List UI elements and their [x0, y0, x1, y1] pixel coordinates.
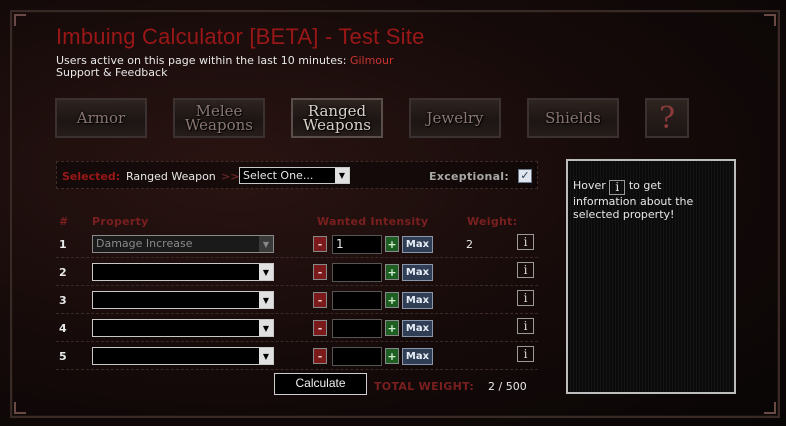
property-select[interactable]: ▼	[92, 291, 274, 309]
exceptional-label: Exceptional:	[429, 170, 510, 183]
increase-button[interactable]: +	[385, 320, 399, 336]
max-button[interactable]: Max	[402, 292, 433, 309]
active-user-link[interactable]: Gilmour	[350, 54, 394, 67]
frame-corner	[764, 14, 776, 26]
row-number: 1	[59, 238, 67, 251]
category-label: Melee Weapons	[184, 102, 253, 134]
table-row: 1 Damage Increase ▼ - 1 + Max 2 i	[56, 230, 538, 258]
increase-button[interactable]: +	[385, 292, 399, 308]
page-title: Imbuing Calculator [BETA] - Test Site	[56, 24, 425, 49]
info-icon[interactable]: i	[517, 346, 534, 362]
info-icon[interactable]: i	[517, 318, 534, 334]
row-weight: 2	[466, 238, 473, 251]
row-number: 4	[59, 322, 67, 335]
exceptional-checkbox[interactable]: ✓	[518, 169, 532, 183]
property-info-panel: Hover i to get information about the sel…	[566, 159, 736, 394]
header-intensity: Wanted Intensity	[317, 215, 429, 228]
item-type-select-value: Select One...	[243, 169, 314, 182]
info-icon[interactable]: i	[517, 262, 534, 278]
info-icon[interactable]: i	[517, 290, 534, 306]
info-panel-pre: Hover	[573, 179, 606, 192]
max-button[interactable]: Max	[402, 264, 433, 281]
max-button[interactable]: Max	[402, 320, 433, 337]
table-row: 4 ▼ - + Max i	[56, 314, 538, 342]
help-button[interactable]: ?	[645, 98, 689, 138]
category-jewelry-button[interactable]: Jewelry	[409, 98, 501, 138]
intensity-input[interactable]	[332, 347, 382, 366]
calculate-button[interactable]: Calculate	[274, 373, 367, 395]
selected-label: Selected:	[62, 170, 121, 183]
frame-corner	[14, 402, 26, 414]
decrease-button[interactable]: -	[313, 348, 327, 364]
total-weight-value: 2 / 500	[488, 380, 527, 393]
chevron-down-icon: ▼	[259, 320, 273, 336]
frame-corner	[764, 402, 776, 414]
item-type-select[interactable]: Select One... ▼	[239, 167, 350, 184]
chevron-down-icon: ▼	[259, 292, 273, 308]
support-feedback-link[interactable]: Support & Feedback	[56, 66, 167, 79]
max-button[interactable]: Max	[402, 348, 433, 365]
table-row: 5 ▼ - + Max i	[56, 342, 538, 370]
question-icon: ?	[658, 100, 676, 136]
intensity-input[interactable]	[332, 263, 382, 282]
property-select[interactable]: ▼	[92, 347, 274, 365]
category-label: Jewelry	[426, 109, 484, 127]
decrease-button[interactable]: -	[313, 320, 327, 336]
category-melee-button[interactable]: Melee Weapons	[173, 98, 265, 138]
chevron-down-icon: ▼	[259, 236, 273, 252]
category-label: Ranged Weapons	[302, 102, 371, 134]
info-icon[interactable]: i	[517, 234, 534, 250]
increase-button[interactable]: +	[385, 236, 399, 252]
row-number: 5	[59, 350, 67, 363]
decrease-button[interactable]: -	[313, 236, 327, 252]
property-select-value: Damage Increase	[96, 237, 193, 250]
category-armor-button[interactable]: Armor	[55, 98, 147, 138]
info-icon: i	[609, 180, 626, 195]
frame-corner	[14, 14, 26, 26]
selected-value: Ranged Weapon	[126, 170, 216, 183]
intensity-input[interactable]	[332, 319, 382, 338]
row-number: 3	[59, 294, 67, 307]
category-shields-button[interactable]: Shields	[527, 98, 619, 138]
max-button[interactable]: Max	[402, 236, 433, 253]
header-property: Property	[92, 215, 149, 228]
row-number: 2	[59, 266, 67, 279]
property-select[interactable]: ▼	[92, 319, 274, 337]
header-weight: Weight:	[467, 215, 518, 228]
decrease-button[interactable]: -	[313, 292, 327, 308]
increase-button[interactable]: +	[385, 348, 399, 364]
category-label: Armor	[76, 109, 126, 127]
category-ranged-button[interactable]: Ranged Weapons	[291, 98, 383, 138]
table-row: 3 ▼ - + Max i	[56, 286, 538, 314]
intensity-input[interactable]	[332, 291, 382, 310]
intensity-input[interactable]: 1	[332, 235, 382, 254]
property-select[interactable]: Damage Increase ▼	[92, 235, 274, 253]
double-arrow-icon: >>	[221, 170, 240, 183]
total-weight-label: TOTAL WEIGHT:	[374, 380, 475, 393]
selection-bar: Selected: Ranged Weapon >> Select One...…	[56, 161, 538, 189]
chevron-down-icon: ▼	[259, 348, 273, 364]
table-row: 2 ▼ - + Max i	[56, 258, 538, 286]
increase-button[interactable]: +	[385, 264, 399, 280]
chevron-down-icon: ▼	[335, 168, 349, 183]
chevron-down-icon: ▼	[259, 264, 273, 280]
category-label: Shields	[545, 109, 601, 127]
decrease-button[interactable]: -	[313, 264, 327, 280]
info-panel-text: Hover i to get information about the sel…	[573, 179, 723, 221]
header-number: #	[59, 215, 69, 228]
property-select[interactable]: ▼	[92, 263, 274, 281]
